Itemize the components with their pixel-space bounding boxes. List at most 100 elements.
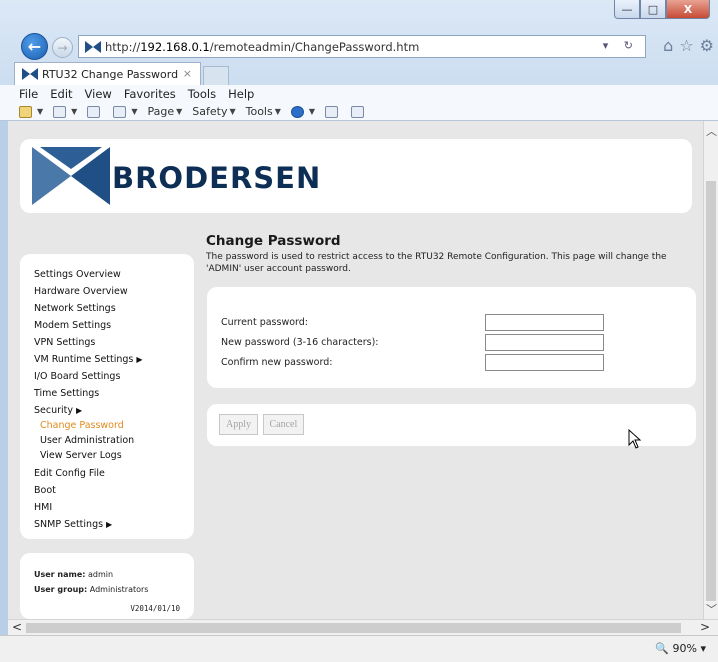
horizontal-scrollbar[interactable]: < >: [8, 619, 718, 635]
vertical-scroll-thumb[interactable]: [706, 181, 716, 601]
back-button[interactable]: ←: [21, 33, 48, 60]
close-button[interactable]: X: [666, 0, 710, 19]
confirm-password-label: Confirm new password:: [221, 356, 333, 368]
tab-favicon-icon: [22, 68, 38, 80]
cmd-mail[interactable]: [87, 105, 103, 118]
user-info-panel: User name: admin User group: Administrat…: [20, 553, 194, 619]
current-password-label: Current password:: [221, 316, 309, 328]
sidebar-item-edit-config-file[interactable]: Edit Config File: [34, 465, 194, 482]
address-dropdown-refresh[interactable]: ▾ ↻: [603, 39, 639, 52]
user-group-row: User group: Administrators: [34, 585, 149, 594]
cmd-safety[interactable]: Safety ▼: [192, 105, 235, 118]
form-row-new: New password (3-16 characters):: [221, 332, 696, 352]
cmd-home[interactable]: ▼: [19, 105, 43, 118]
brand-name: BRODERSEN: [112, 161, 322, 195]
new-password-input[interactable]: [485, 333, 604, 351]
cmd-print[interactable]: ▼: [113, 105, 137, 118]
menu-favorites[interactable]: Favorites: [124, 85, 176, 103]
cmd-page[interactable]: Page ▼: [147, 105, 182, 118]
sidebar-item-io-board-settings[interactable]: I/O Board Settings: [34, 368, 194, 385]
tab-close-icon[interactable]: ×: [183, 67, 192, 80]
new-tab-button[interactable]: [203, 66, 229, 85]
settings-gear-icon[interactable]: ⚙: [700, 36, 714, 55]
favorites-star-icon[interactable]: ☆: [679, 36, 693, 55]
vertical-scrollbar[interactable]: ︿ ﹀: [703, 121, 718, 619]
forward-button[interactable]: →: [52, 37, 73, 58]
scroll-up-icon[interactable]: ︿: [704, 123, 718, 139]
sidebar-item-snmp-settings[interactable]: SNMP Settings ▶: [34, 516, 194, 533]
cmd-onenote[interactable]: [351, 105, 367, 118]
forward-arrow-icon: →: [57, 40, 68, 55]
horizontal-scroll-thumb[interactable]: [26, 623, 681, 633]
apply-button[interactable]: Apply: [219, 414, 258, 435]
browser-chrome: — □ X ← → http://192.168.0.1/remoteadmin…: [0, 0, 718, 121]
scroll-right-icon[interactable]: >: [700, 620, 710, 634]
address-bar[interactable]: http://192.168.0.1/remoteadmin/ChangePas…: [78, 35, 646, 58]
print-icon: [113, 105, 127, 118]
form-row-confirm: Confirm new password:: [221, 352, 696, 372]
onenote-icon: [351, 105, 365, 118]
sidebar-item-modem-settings[interactable]: Modem Settings: [34, 317, 194, 334]
form-row-current: Current password:: [221, 312, 696, 332]
window-controls: — □ X: [614, 0, 710, 19]
page-title: Change Password: [206, 233, 341, 249]
tab-title: RTU32 Change Password: [42, 67, 179, 81]
current-password-input[interactable]: [485, 313, 604, 331]
menu-edit[interactable]: Edit: [50, 85, 72, 103]
home-icon: [19, 105, 32, 118]
sidebar-item-time-settings[interactable]: Time Settings: [34, 385, 194, 402]
window-left-edge: [0, 121, 8, 635]
logo-header: BRODERSEN: [20, 139, 692, 213]
sidebar-item-hmi[interactable]: HMI: [34, 499, 194, 516]
sidebar-item-vm-runtime-settings[interactable]: VM Runtime Settings ▶: [34, 351, 194, 368]
sidebar-item-boot[interactable]: Boot: [34, 482, 194, 499]
submenu-arrow-icon: ▶: [136, 355, 143, 364]
sidebar-item-vpn-settings[interactable]: VPN Settings: [34, 334, 194, 351]
mouse-pointer-icon: [628, 429, 642, 449]
minimize-button[interactable]: —: [614, 0, 640, 19]
zoom-icon: 🔍: [655, 642, 670, 655]
browser-tab[interactable]: RTU32 Change Password ×: [14, 62, 201, 85]
sidebar-subitem-user-administration[interactable]: User Administration: [40, 433, 194, 448]
home-icon[interactable]: ⌂: [663, 36, 673, 55]
menu-file[interactable]: File: [19, 85, 38, 103]
user-name-value: admin: [88, 570, 114, 579]
site-favicon-icon: [85, 40, 101, 53]
cmd-feeds[interactable]: ▼: [53, 105, 77, 118]
content-header: Change Password The password is used to …: [206, 233, 696, 275]
sidebar-subitem-view-server-logs[interactable]: View Server Logs: [40, 448, 194, 463]
cmd-help[interactable]: ▼: [290, 105, 315, 118]
new-password-label: New password (3-16 characters):: [221, 336, 379, 348]
cmd-tools[interactable]: Tools ▼: [246, 105, 281, 118]
menu-view[interactable]: View: [85, 85, 112, 103]
submenu-arrow-icon: ▶: [76, 406, 83, 415]
sidebar-subitem-change-password[interactable]: Change Password: [40, 418, 194, 433]
maximize-button[interactable]: □: [640, 0, 666, 19]
mail-icon: [87, 105, 101, 118]
feeds-icon: [53, 105, 67, 118]
sidebar-item-network-settings[interactable]: Network Settings: [34, 300, 194, 317]
cancel-button[interactable]: Cancel: [262, 414, 305, 435]
menu-tools[interactable]: Tools: [188, 85, 216, 103]
form-actions: Apply Cancel: [207, 404, 696, 446]
menu-help[interactable]: Help: [228, 85, 254, 103]
browser-toolbar-icons: ⌂ ☆ ⚙: [663, 36, 714, 55]
password-form: Current password: New password (3-16 cha…: [207, 287, 696, 388]
version-label: V2014/01/10: [130, 604, 180, 613]
cmd-research[interactable]: [325, 105, 341, 118]
back-arrow-icon: ←: [27, 37, 42, 56]
confirm-password-input[interactable]: [485, 353, 604, 371]
help-icon: [290, 105, 304, 118]
address-url[interactable]: http://192.168.0.1/remoteadmin/ChangePas…: [105, 40, 419, 54]
user-group-value: Administrators: [89, 585, 149, 594]
page-description: The password is used to restrict access …: [206, 252, 667, 274]
research-icon: [325, 105, 339, 118]
sidebar-item-security[interactable]: Security ▶: [34, 404, 194, 418]
user-name-row: User name: admin: [34, 570, 114, 579]
scroll-down-icon[interactable]: ﹀: [704, 601, 718, 617]
zoom-control[interactable]: 🔍 90% ▾: [655, 642, 706, 655]
sidebar-item-settings-overview[interactable]: Settings Overview: [34, 266, 194, 283]
sidebar-item-hardware-overview[interactable]: Hardware Overview: [34, 283, 194, 300]
scroll-left-icon[interactable]: <: [12, 620, 22, 634]
status-bar: 🔍 90% ▾: [0, 635, 718, 662]
